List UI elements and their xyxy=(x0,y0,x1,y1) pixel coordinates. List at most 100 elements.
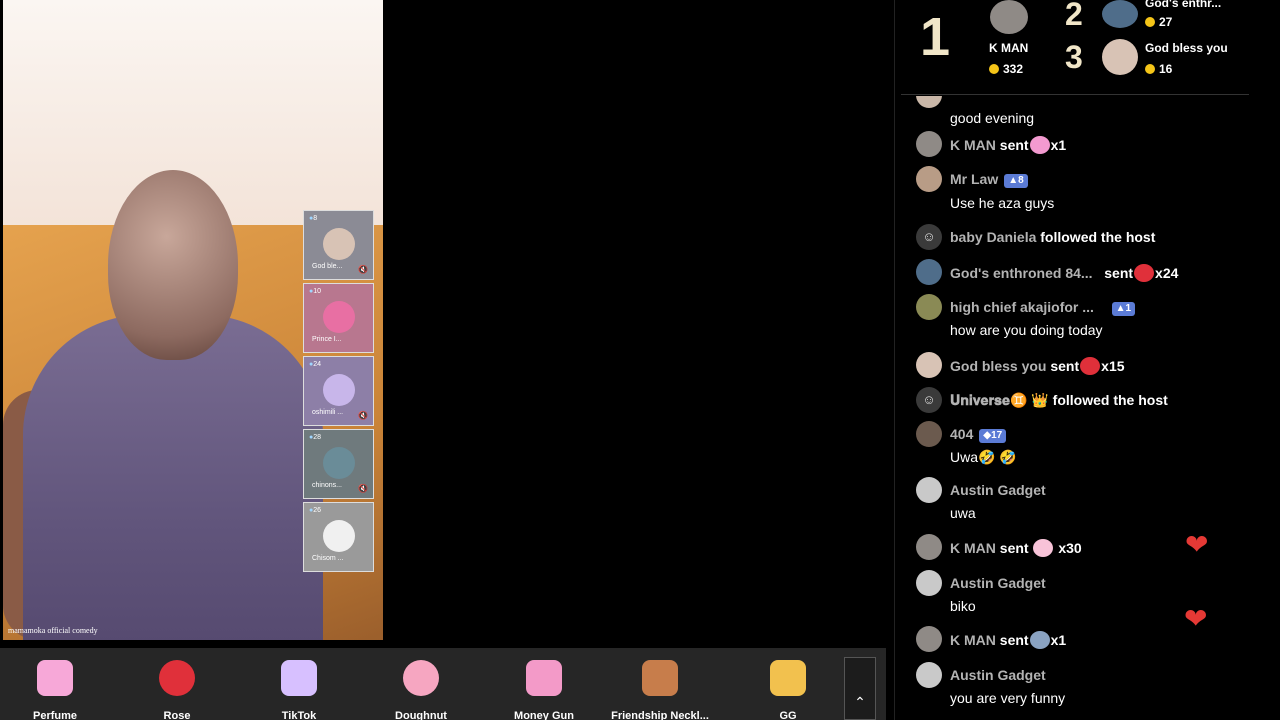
avatar xyxy=(916,96,942,108)
chat-username[interactable]: God's enthroned 84... xyxy=(950,265,1093,281)
chat-username[interactable]: 𝐔𝐧𝐢𝐯𝐞𝐫𝐬𝐞♊ 👑 xyxy=(950,392,1049,408)
chat-action: sent xyxy=(1104,265,1134,281)
gift-tiktok[interactable]: TikTok xyxy=(249,660,349,720)
gift-bar: Perfume Rose TikTok Doughnut Money Gun F… xyxy=(0,648,886,720)
rank-1-number: 1 xyxy=(920,7,951,67)
chat-username[interactable]: Austin Gadget xyxy=(950,482,1046,498)
video-host-head xyxy=(108,170,238,360)
avatar[interactable] xyxy=(916,166,942,192)
guest-name: God ble... xyxy=(312,263,343,270)
gift-gg[interactable]: GG xyxy=(738,660,838,720)
divider xyxy=(901,94,1249,95)
guest-tile[interactable]: 24 oshimili ... 🔇 xyxy=(303,356,374,426)
heart-icon: ❤ xyxy=(1184,603,1208,634)
expand-gifts-button[interactable]: ⌃ xyxy=(844,657,876,720)
necklace-icon xyxy=(642,660,678,696)
chat-message-line: 404 ◆17 xyxy=(950,426,1007,443)
chat-message-text: you are very funny xyxy=(950,690,1066,706)
gift-count: x1 xyxy=(1050,137,1067,153)
rank-1-name[interactable]: K MAN xyxy=(989,41,1028,55)
gift-perfume[interactable]: Perfume xyxy=(5,660,105,720)
gift-label: Money Gun xyxy=(514,710,574,720)
gift-label: Doughnut xyxy=(395,710,447,720)
guest-tile[interactable]: 26 Chisom ... xyxy=(303,502,374,572)
chat-username[interactable]: K MAN xyxy=(950,540,996,556)
chat-username[interactable]: baby Daniela xyxy=(950,229,1036,245)
chat-message-line: high chief akajiofor ... ▲1 xyxy=(950,299,1136,316)
coin-icon xyxy=(989,64,999,74)
avatar[interactable] xyxy=(916,534,942,560)
gift-friendship-necklace[interactable]: Friendship Neckl... xyxy=(610,660,710,720)
mic-muted-icon: 🔇 xyxy=(358,411,368,420)
chat-username[interactable]: Austin Gadget xyxy=(950,667,1046,683)
chat-action: followed the host xyxy=(1040,229,1156,245)
rank-3-name[interactable]: God bless you xyxy=(1145,41,1228,55)
guest-tile[interactable]: 28 chinons... 🔇 xyxy=(303,429,374,499)
guest-score: 10 xyxy=(309,288,321,295)
guest-tile[interactable]: 10 Prince I... xyxy=(303,283,374,353)
side-panel: 1 K MAN 332 2 God's enthr... 27 3 God bl… xyxy=(894,0,1280,720)
chat-message-line: K MAN sent x1 xyxy=(950,631,1066,649)
gift-label: Rose xyxy=(163,710,191,720)
rose-icon xyxy=(159,660,195,696)
gift-count: x30 xyxy=(1058,540,1082,556)
coin-icon xyxy=(1145,64,1155,74)
avatar[interactable] xyxy=(916,662,942,688)
chat-action: sent xyxy=(1050,358,1080,374)
chat-username[interactable]: God bless you xyxy=(950,358,1046,374)
chat-message-line: Austin Gadget xyxy=(950,667,1046,683)
rank-1-coin-count: 332 xyxy=(1003,62,1024,76)
chat-message-text: good evening xyxy=(950,110,1035,126)
level-badge: ▲8 xyxy=(1004,174,1028,188)
avatar[interactable] xyxy=(916,570,942,596)
chat-username[interactable]: 404 xyxy=(950,426,973,442)
chat-action: followed the host xyxy=(1052,392,1168,408)
chat-username[interactable]: Austin Gadget xyxy=(950,575,1046,591)
level-badge-value: 1 xyxy=(1125,303,1132,314)
gift-doughnut[interactable]: Doughnut xyxy=(371,660,471,720)
avatar[interactable] xyxy=(916,626,942,652)
chat-action: sent xyxy=(999,137,1029,153)
rank-2-avatar[interactable] xyxy=(1102,0,1138,28)
chat-feed[interactable]: good evening K MAN sent x1 Mr Law ▲8 Use h… xyxy=(895,96,1280,720)
guest-score: 26 xyxy=(309,507,321,514)
level-badge: ◆17 xyxy=(979,429,1007,443)
rank-2-name[interactable]: God's enthr... xyxy=(1145,0,1221,10)
doughnut-icon xyxy=(403,660,439,696)
chat-message-text: how are you doing today xyxy=(950,322,1103,338)
gift-count: x24 xyxy=(1155,265,1179,281)
money-gun-icon xyxy=(526,660,562,696)
avatar[interactable] xyxy=(916,259,942,285)
chat-message-text: Use he aza guys xyxy=(950,195,1055,211)
gift-label: Perfume xyxy=(32,710,78,720)
chat-message-line: Austin Gadget xyxy=(950,482,1046,498)
avatar[interactable] xyxy=(916,294,942,320)
gift-money-gun[interactable]: Money Gun xyxy=(494,660,594,720)
chat-username[interactable]: K MAN xyxy=(950,632,996,648)
avatar[interactable] xyxy=(916,477,942,503)
mic-muted-icon: 🔇 xyxy=(358,265,368,274)
chat-message-line: baby Daniela followed the host xyxy=(950,229,1155,245)
avatar[interactable] xyxy=(916,352,942,378)
guest-tile[interactable]: 8 God ble... 🔇 xyxy=(303,210,374,280)
cap-gift-icon xyxy=(1029,631,1050,649)
chat-message-line: K MAN sent x30 xyxy=(950,539,1082,557)
coin-icon xyxy=(1145,17,1155,27)
chat-message-text: Uwa🤣 🤣 xyxy=(950,449,1017,465)
chat-action: sent xyxy=(999,540,1029,556)
guest-list: 8 God ble... 🔇 10 Prince I... 24 oshimili ..… xyxy=(303,210,374,575)
guest-avatar xyxy=(323,228,355,260)
rank-1-avatar[interactable] xyxy=(990,0,1028,34)
rank-3-avatar[interactable] xyxy=(1102,39,1138,75)
chat-message-line: 𝐔𝐧𝐢𝐯𝐞𝐫𝐬𝐞♊ 👑 followed the host xyxy=(950,392,1168,409)
chat-username[interactable]: K MAN xyxy=(950,137,996,153)
chat-username[interactable]: Mr Law xyxy=(950,171,998,187)
chat-message-line: Mr Law ▲8 xyxy=(950,171,1028,188)
avatar[interactable] xyxy=(916,131,942,157)
user-follow-icon: ☺ xyxy=(916,387,942,413)
gift-rose[interactable]: Rose xyxy=(127,660,227,720)
avatar[interactable] xyxy=(916,421,942,447)
level-badge-value: 17 xyxy=(991,430,1003,441)
chat-username[interactable]: high chief akajiofor ... xyxy=(950,299,1094,315)
mic-muted-icon: 🔇 xyxy=(358,484,368,493)
